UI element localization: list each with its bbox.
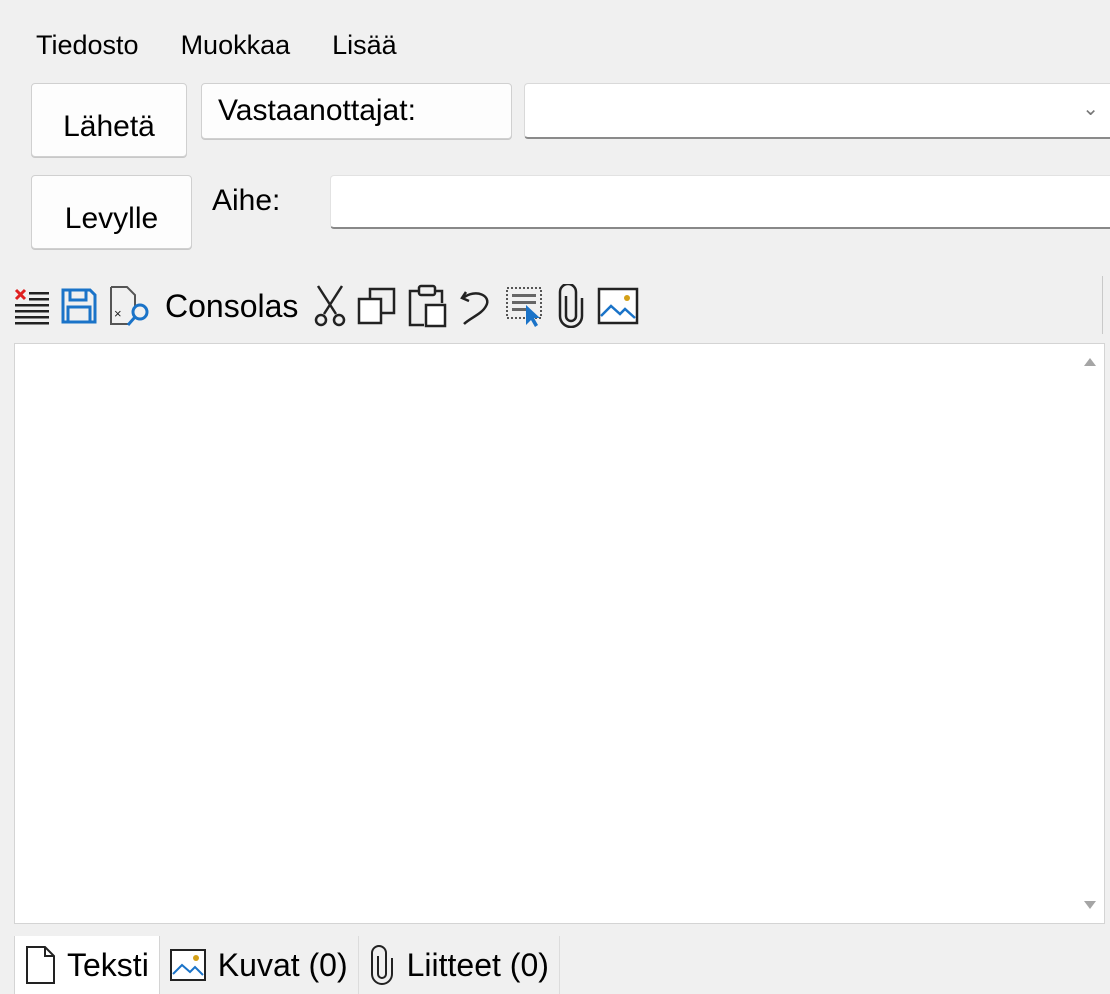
menu-tiedosto[interactable]: Tiedosto — [36, 30, 139, 61]
attach-icon[interactable] — [554, 278, 588, 334]
recipients-combobox[interactable]: ⌄ — [524, 83, 1110, 139]
message-editor — [14, 343, 1105, 924]
editor-toolbar: × Consolas — [13, 270, 1103, 342]
save-to-disk-button[interactable]: Levylle — [31, 175, 192, 249]
insert-image-icon[interactable] — [596, 278, 640, 334]
scroll-up-arrow-icon[interactable] — [1084, 358, 1096, 366]
copy-icon[interactable] — [356, 278, 398, 334]
tab-kuvat-label: Kuvat (0) — [217, 946, 348, 983]
select-all-icon[interactable] — [504, 278, 546, 334]
image-icon — [169, 949, 206, 981]
save-icon[interactable] — [59, 278, 99, 334]
scroll-down-arrow-icon[interactable] — [1084, 901, 1096, 909]
font-selector[interactable]: Consolas — [165, 278, 298, 334]
clear-text-icon[interactable] — [13, 278, 51, 334]
toolbar-separator — [1102, 276, 1103, 334]
menu-lisaa[interactable]: Lisää — [332, 30, 397, 61]
tab-teksti[interactable]: Teksti — [14, 936, 160, 994]
chevron-down-icon[interactable]: ⌄ — [1082, 96, 1099, 121]
menu-muokkaa[interactable]: Muokkaa — [181, 30, 291, 61]
subject-label: Aihe: — [212, 184, 281, 217]
tab-kuvat[interactable]: Kuvat (0) — [159, 936, 359, 994]
message-body-textarea[interactable] — [21, 348, 1070, 922]
menu-bar: Tiedosto Muokkaa Lisää — [36, 30, 397, 61]
content-tabs: Teksti Kuvat (0) Liitteet (0) — [14, 936, 560, 994]
preview-icon[interactable]: × — [107, 278, 153, 334]
svg-text:×: × — [114, 306, 122, 321]
document-icon — [26, 946, 55, 984]
send-button[interactable]: Lähetä — [31, 83, 187, 157]
tab-teksti-label: Teksti — [67, 946, 149, 983]
tab-liitteet-label: Liitteet (0) — [406, 946, 549, 983]
vertical-scrollbar[interactable] — [1076, 344, 1104, 923]
paste-icon[interactable] — [406, 278, 448, 334]
cut-icon[interactable] — [312, 278, 348, 334]
subject-input[interactable] — [330, 175, 1110, 229]
undo-icon[interactable] — [456, 278, 496, 334]
tab-liitteet[interactable]: Liitteet (0) — [358, 936, 560, 994]
paperclip-icon — [370, 945, 393, 985]
recipients-button[interactable]: Vastaanottajat: — [201, 83, 512, 139]
